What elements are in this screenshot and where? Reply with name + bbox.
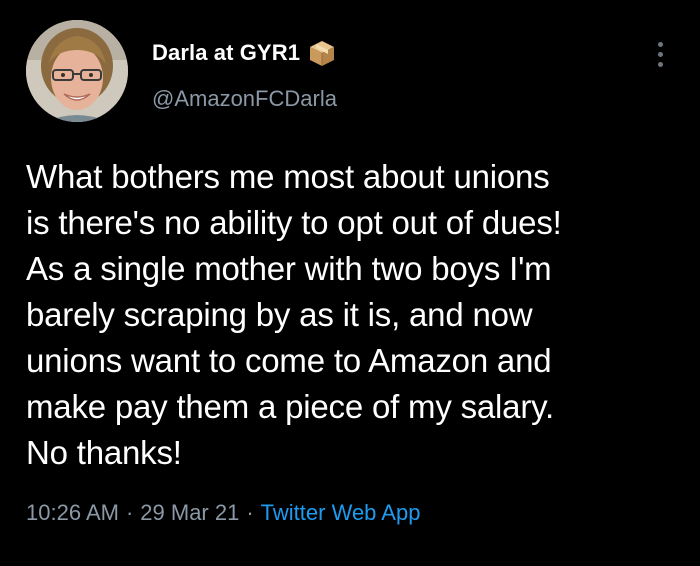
- package-box-icon: [308, 39, 336, 67]
- user-handle[interactable]: @AmazonFCDarla: [152, 86, 337, 112]
- meta-separator: ·: [125, 500, 134, 525]
- more-dot-icon: [657, 41, 663, 47]
- more-options-button[interactable]: [648, 36, 672, 72]
- display-name[interactable]: Darla at GYR1: [152, 40, 300, 66]
- tweet-meta: 10:26 AM · 29 Mar 21 · Twitter Web App: [26, 500, 420, 526]
- tweet-time[interactable]: 10:26 AM: [26, 500, 119, 526]
- display-name-row[interactable]: Darla at GYR1: [152, 38, 336, 68]
- tweet-source-link[interactable]: Twitter Web App: [261, 500, 421, 526]
- avatar-photo: [26, 20, 128, 122]
- tweet-text: What bothers me most about unions is the…: [26, 158, 562, 471]
- tweet-card: Darla at GYR1 @AmazonFCDarla What bother…: [0, 0, 700, 566]
- more-dot-icon: [657, 51, 663, 57]
- meta-separator: ·: [246, 500, 254, 525]
- tweet-date[interactable]: 29 Mar 21: [140, 500, 239, 526]
- avatar[interactable]: [26, 20, 128, 122]
- more-dot-icon: [657, 61, 663, 67]
